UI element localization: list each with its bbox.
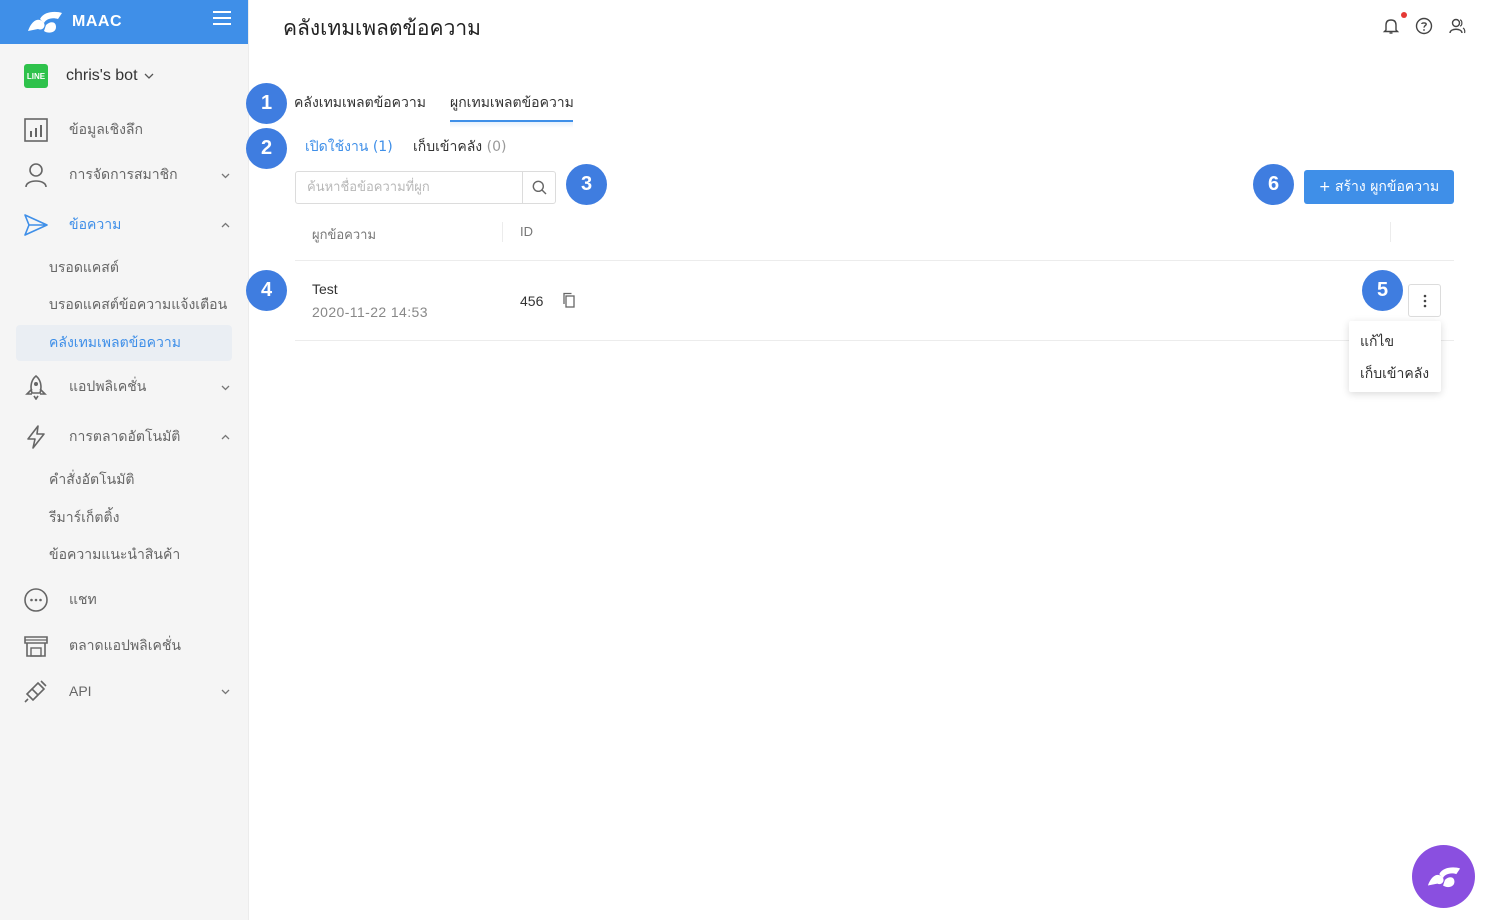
chevron-down-icon	[221, 173, 230, 178]
sidebar-subitem-remarketing[interactable]: รีมาร์เก็ตติ้ง	[16, 500, 232, 536]
row-created-date: 2020-11-22 14:53	[312, 304, 428, 320]
help-icon[interactable]	[1415, 17, 1433, 35]
sidebar-item-app-market[interactable]: ตลาดแอปพลิเคชั่น	[0, 626, 249, 666]
sidebar-item-members[interactable]: การจัดการสมาชิก	[0, 155, 249, 195]
subtab-label: เปิดใช้งาน	[305, 139, 369, 155]
chat-support-button[interactable]	[1412, 845, 1475, 908]
marker-2: 2	[246, 128, 287, 169]
sidebar-item-label: API	[69, 683, 92, 699]
marker-5: 5	[1362, 270, 1403, 311]
sidebar-subitem-broadcast[interactable]: บรอดแคสต์	[16, 250, 232, 286]
maac-logo-icon	[28, 11, 62, 33]
lightning-icon	[27, 425, 45, 449]
rocket-icon	[25, 374, 47, 400]
subtab-archived[interactable]: เก็บเข้าคลัง (0)	[413, 136, 506, 158]
subtab-active[interactable]: เปิดใช้งาน (1)	[305, 136, 393, 158]
marker-3: 3	[566, 164, 607, 205]
sidebar-item-applications[interactable]: แอปพลิเคชั่น	[0, 367, 249, 407]
copy-icon[interactable]	[562, 292, 576, 308]
sidebar-item-label: ข้อมูลเชิงลึก	[69, 122, 143, 138]
search-button[interactable]	[522, 172, 555, 203]
maac-logo-icon	[1427, 866, 1460, 887]
sidebar-item-label: การจัดการสมาชิก	[69, 167, 178, 183]
table-divider	[295, 340, 1454, 341]
store-icon	[24, 636, 48, 657]
bar-chart-icon	[24, 118, 48, 142]
brand-name: MAAC	[72, 13, 122, 30]
table-divider	[295, 260, 1454, 261]
line-badge-icon: LINE	[24, 64, 48, 88]
tab-active-glow	[450, 122, 573, 128]
row-more-button[interactable]	[1408, 284, 1441, 317]
subtab-label: เก็บเข้าคลัง	[413, 139, 483, 155]
bot-selector[interactable]: LINE chris's bot	[0, 44, 248, 108]
bell-icon[interactable]	[1382, 17, 1400, 35]
sidebar-item-api[interactable]: API	[0, 671, 249, 711]
sidebar-item-chat[interactable]: แชท	[0, 580, 249, 620]
row-id: 456	[520, 293, 544, 309]
search-box	[295, 171, 556, 204]
chevron-down-icon	[221, 385, 230, 390]
sidebar-subitem-product-recommend[interactable]: ข้อความแนะนำสินค้า	[16, 537, 232, 573]
page-title: คลังเทมเพลตข้อความ	[283, 16, 482, 40]
tab-bound-templates[interactable]: ผูกเทมเพลตข้อความ	[450, 92, 574, 114]
chevron-down-icon	[221, 689, 230, 694]
column-separator	[502, 222, 503, 242]
chevron-up-icon	[221, 434, 230, 439]
column-separator	[1390, 222, 1391, 242]
sidebar-item-messages[interactable]: ข้อความ	[0, 205, 249, 245]
marker-4: 4	[246, 270, 287, 311]
tab-active-indicator	[450, 120, 573, 122]
sidebar-item-label: ข้อความ	[69, 217, 122, 233]
column-header-id: ID	[520, 224, 533, 239]
sidebar-item-label: ตลาดแอปพลิเคชั่น	[69, 638, 181, 654]
search-icon	[532, 180, 546, 195]
user-icon	[25, 163, 47, 188]
menu-item-archive[interactable]: เก็บเข้าคลัง	[1360, 363, 1429, 385]
bot-name: chris's bot	[66, 67, 138, 84]
marker-1: 1	[246, 83, 287, 124]
brand-bar: MAAC	[0, 0, 248, 44]
column-header-name: ผูกข้อความ	[312, 228, 377, 243]
sidebar: MAAC LINE chris's bot ข้อมูลเชิงลึก การจ…	[0, 0, 249, 920]
sidebar-item-label: แอปพลิเคชั่น	[69, 379, 147, 395]
more-vertical-icon	[1423, 294, 1426, 307]
sidebar-subitem-auto-reply[interactable]: คำสั่งอัตโนมัติ	[16, 462, 232, 498]
sidebar-subitem-broadcast-notification[interactable]: บรอดแคสต์ข้อความแจ้งเตือน	[16, 287, 232, 323]
tab-template-library[interactable]: คลังเทมเพลตข้อความ	[294, 92, 426, 114]
hamburger-menu-icon[interactable]	[213, 10, 231, 26]
row-action-menu: แก้ไข เก็บเข้าคลัง	[1349, 321, 1441, 392]
chevron-up-icon	[221, 222, 230, 227]
row-template-name: Test	[312, 281, 338, 297]
sidebar-subitem-template-library[interactable]: คลังเทมเพลตข้อความ	[16, 325, 232, 361]
sidebar-item-automation[interactable]: การตลาดอัตโนมัติ	[0, 417, 249, 457]
create-bound-message-button[interactable]: + สร้าง ผูกข้อความ	[1304, 170, 1454, 204]
sidebar-item-insights[interactable]: ข้อมูลเชิงลึก	[0, 110, 249, 150]
menu-item-edit[interactable]: แก้ไข	[1360, 331, 1394, 353]
account-icon[interactable]	[1448, 17, 1466, 35]
search-input[interactable]	[296, 172, 522, 203]
chevron-down-icon	[144, 73, 153, 79]
subtab-count: (0)	[486, 139, 507, 155]
marker-6: 6	[1253, 164, 1294, 205]
sidebar-item-label: การตลาดอัตโนมัติ	[69, 429, 181, 445]
subtab-count: (1)	[372, 139, 393, 155]
notification-dot	[1401, 12, 1407, 18]
chat-icon	[24, 588, 48, 612]
plug-icon	[24, 680, 47, 703]
sidebar-item-label: แชท	[69, 592, 97, 608]
send-icon	[24, 214, 48, 236]
